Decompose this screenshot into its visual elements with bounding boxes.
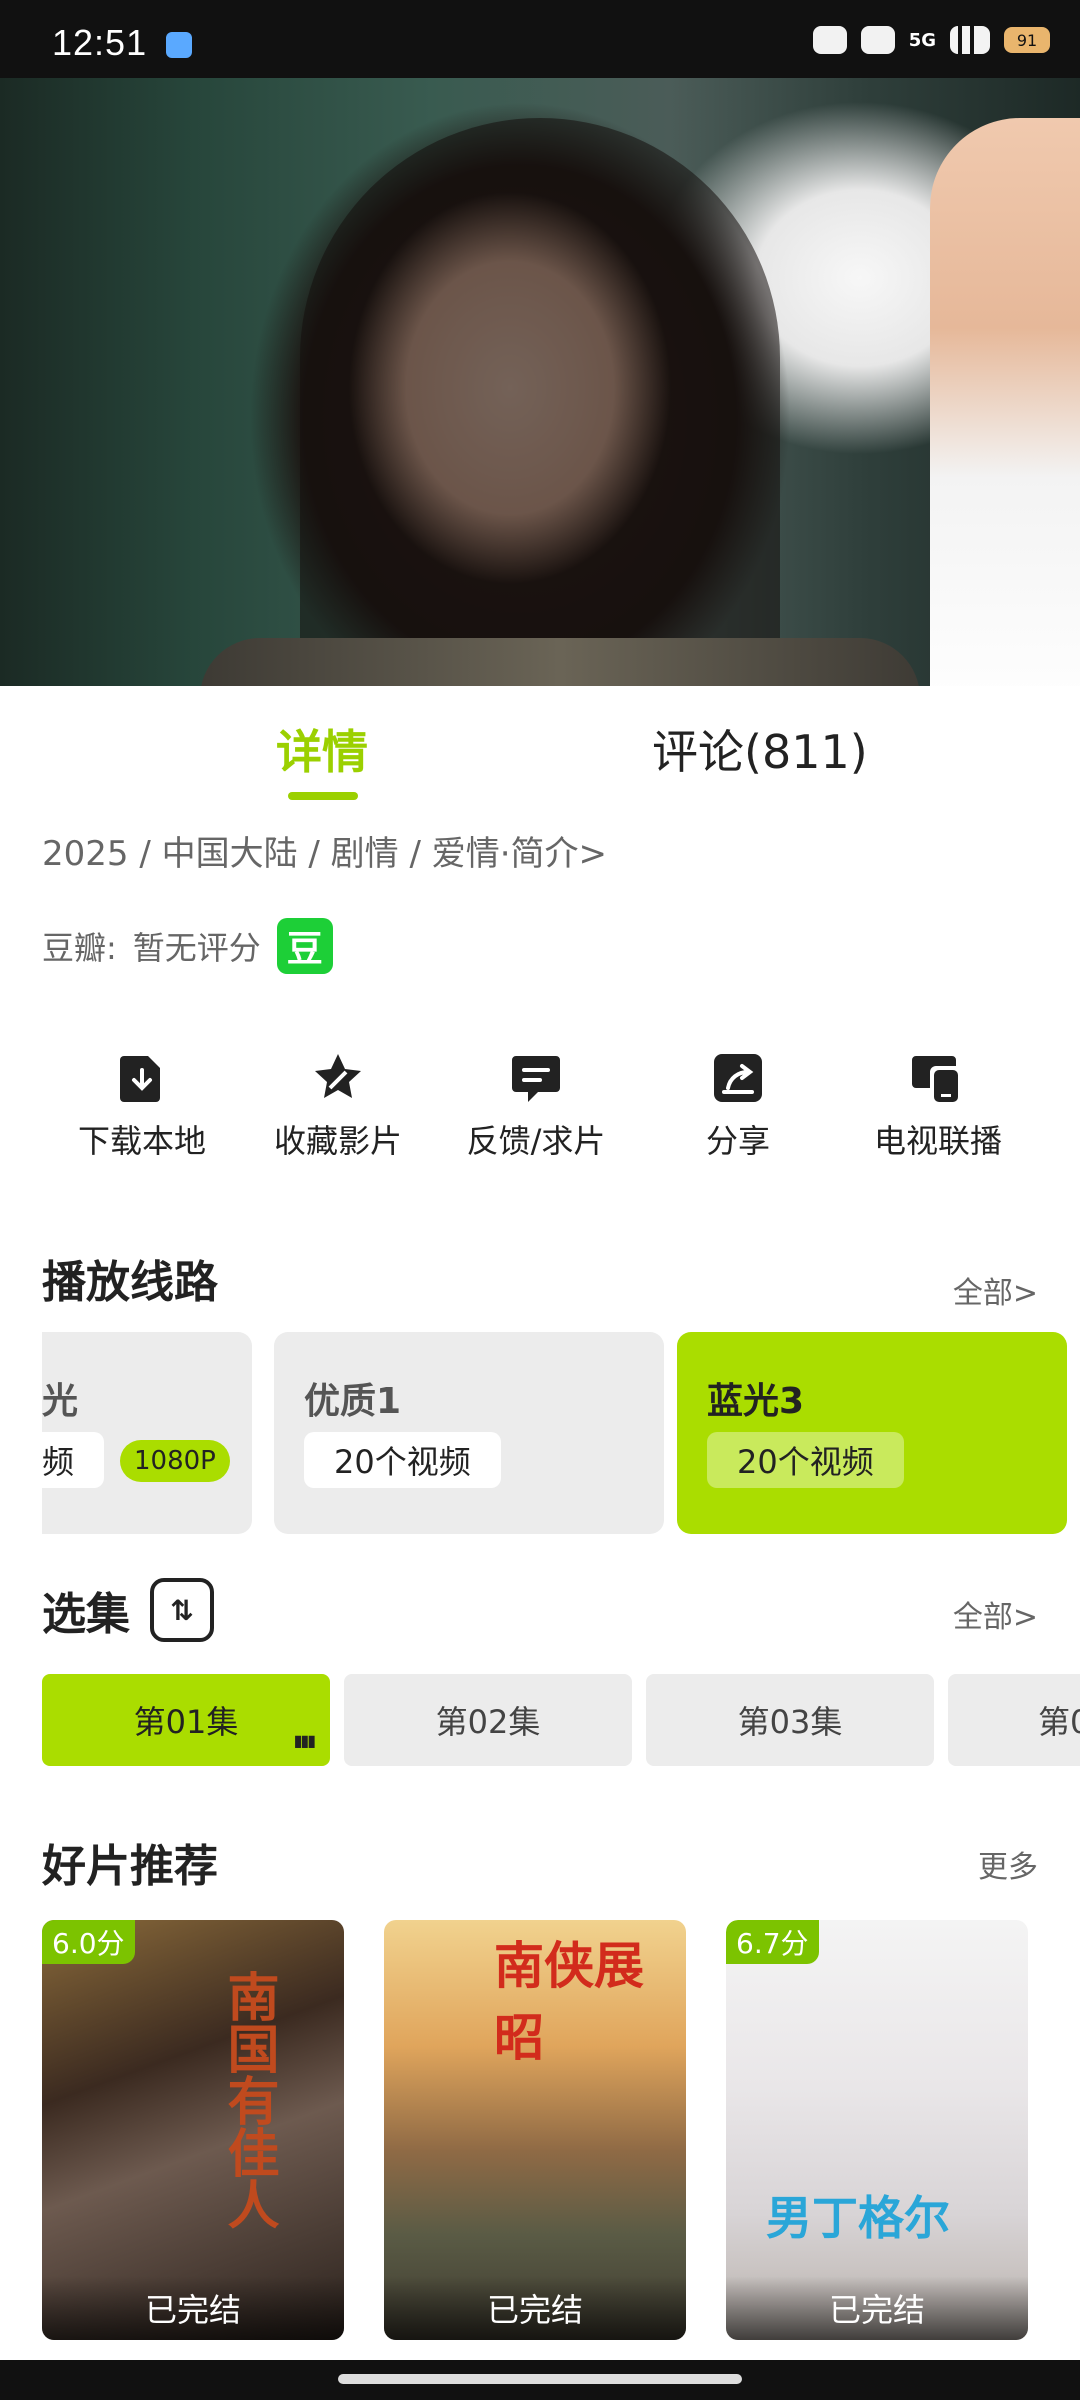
playing-indicator-icon: ▮▮▮ bbox=[293, 1731, 316, 1750]
episodes-all-link[interactable]: 全部> bbox=[953, 1592, 1038, 1636]
feedback-button[interactable]: 反馈/求片 bbox=[436, 1050, 636, 1162]
tab-comments[interactable]: 评论(811) bbox=[652, 716, 868, 782]
feedback-label: 反馈/求片 bbox=[466, 1122, 606, 1160]
feedback-icon bbox=[512, 1056, 560, 1102]
status-label: 已完结 bbox=[384, 2276, 686, 2340]
poster-title: 南国有佳人 bbox=[218, 1970, 279, 2230]
app-notification-icon bbox=[166, 32, 192, 58]
play-line-count: 20个视频 bbox=[304, 1432, 501, 1488]
episodes-title: 选集 bbox=[42, 1589, 130, 1640]
douban-label: 豆瓣: bbox=[42, 929, 117, 967]
tab-details[interactable]: 详情 bbox=[276, 716, 368, 782]
play-line-name: 蓝光3 bbox=[707, 1381, 805, 1422]
score-badge: 6.0分 bbox=[42, 1920, 135, 1964]
play-line-name: 优质1 bbox=[304, 1381, 402, 1422]
star-icon bbox=[315, 1054, 361, 1098]
download-button[interactable]: 下载本地 bbox=[42, 1050, 242, 1162]
home-gesture-handle[interactable] bbox=[338, 2374, 742, 2384]
play-lines-title: 播放线路 bbox=[42, 1257, 218, 1308]
share-icon bbox=[714, 1054, 762, 1102]
hd-icon bbox=[860, 26, 895, 54]
status-icons: 5G 91 bbox=[812, 26, 1050, 54]
tv-cast-label: 电视联播 bbox=[873, 1122, 1002, 1160]
episode-label: 第03集 bbox=[737, 1703, 843, 1741]
recommendations-title: 好片推荐 bbox=[42, 1841, 218, 1892]
video-frame-second-person bbox=[930, 118, 1080, 686]
score-badge: 6.7分 bbox=[726, 1920, 819, 1964]
status-bar: 12:51 5G 91 bbox=[0, 0, 1080, 78]
episode-list: 第01集 ▮▮▮ 第02集 第03集 第0 bbox=[42, 1674, 1080, 1768]
recommendation-list: 南国有佳人 6.0分 已完结 南侠展昭 已完结 男丁格尔 6.7分 已完结 bbox=[42, 1920, 1080, 2340]
download-icon bbox=[120, 1056, 160, 1102]
notification-icon bbox=[812, 26, 847, 54]
episode-button[interactable]: 第02集 bbox=[344, 1674, 632, 1766]
play-lines-list: 光 频 1080P 优质1 20个视频 蓝光3 20个视频 bbox=[42, 1332, 1072, 1534]
poster-title: 男丁格尔 bbox=[766, 2191, 950, 2245]
recommendation-card[interactable]: 南国有佳人 6.0分 已完结 bbox=[42, 1920, 344, 2340]
battery-level: 91 bbox=[1016, 30, 1038, 50]
episode-label: 第01集 bbox=[133, 1703, 239, 1741]
system-navigation-bar bbox=[0, 2360, 1080, 2400]
video-frame-subject bbox=[300, 118, 780, 686]
tv-cast-icon bbox=[912, 1056, 958, 1102]
douban-rating-value: 暂无评分 bbox=[132, 929, 261, 967]
action-bar: 下载本地 收藏影片 反馈/求片 分享 电视联播 bbox=[0, 1050, 1080, 1180]
play-line-count: 频 bbox=[42, 1432, 105, 1488]
signal-icon bbox=[950, 26, 990, 54]
video-player[interactable] bbox=[0, 78, 1080, 686]
status-time: 12:51 bbox=[52, 22, 148, 63]
detail-tabs: 详情 评论(811) bbox=[0, 686, 1080, 804]
favorite-button[interactable]: 收藏影片 bbox=[238, 1050, 438, 1162]
status-label: 已完结 bbox=[42, 2276, 344, 2340]
download-label: 下载本地 bbox=[77, 1122, 206, 1160]
sort-icon[interactable]: ⇅ bbox=[150, 1578, 214, 1642]
douban-rating: 豆瓣: 暂无评分 豆 bbox=[42, 918, 333, 974]
network-label: 5G bbox=[908, 29, 936, 51]
episode-button[interactable]: 第0 bbox=[948, 1674, 1080, 1766]
play-line-count: 20个视频 bbox=[707, 1432, 904, 1488]
play-line-name: 光 bbox=[42, 1381, 79, 1422]
play-lines-all-link[interactable]: 全部> bbox=[953, 1268, 1038, 1312]
tv-cast-button[interactable]: 电视联播 bbox=[838, 1050, 1038, 1162]
episodes-header: 选集 ⇅ bbox=[42, 1578, 214, 1642]
episode-label: 第0 bbox=[1038, 1703, 1080, 1741]
battery-icon: 91 bbox=[1004, 27, 1050, 53]
douban-badge-icon: 豆 bbox=[276, 918, 333, 974]
recommendation-card[interactable]: 南侠展昭 已完结 bbox=[384, 1920, 686, 2340]
episode-button-selected[interactable]: 第01集 ▮▮▮ bbox=[42, 1674, 330, 1766]
active-tab-indicator bbox=[288, 792, 358, 800]
share-label: 分享 bbox=[705, 1122, 770, 1160]
play-line-card-selected[interactable]: 蓝光3 20个视频 bbox=[677, 1332, 1067, 1534]
video-frame-detail bbox=[200, 638, 920, 686]
episode-label: 第02集 bbox=[435, 1703, 541, 1741]
poster-title: 南侠展昭 bbox=[494, 1936, 644, 2067]
status-label: 已完结 bbox=[726, 2276, 1028, 2340]
play-line-card[interactable]: 光 频 1080P bbox=[42, 1332, 252, 1534]
video-meta-info[interactable]: 2025 / 中国大陆 / 剧情 / 爱情·简介> bbox=[42, 826, 607, 875]
recommendation-card[interactable]: 男丁格尔 6.7分 已完结 bbox=[726, 1920, 1028, 2340]
favorite-label: 收藏影片 bbox=[273, 1122, 402, 1160]
episode-button[interactable]: 第03集 bbox=[646, 1674, 934, 1766]
resolution-badge: 1080P bbox=[120, 1440, 230, 1482]
share-button[interactable]: 分享 bbox=[638, 1050, 838, 1162]
recommendations-more-link[interactable]: 更多 bbox=[978, 1842, 1038, 1886]
play-line-card[interactable]: 优质1 20个视频 bbox=[274, 1332, 664, 1534]
